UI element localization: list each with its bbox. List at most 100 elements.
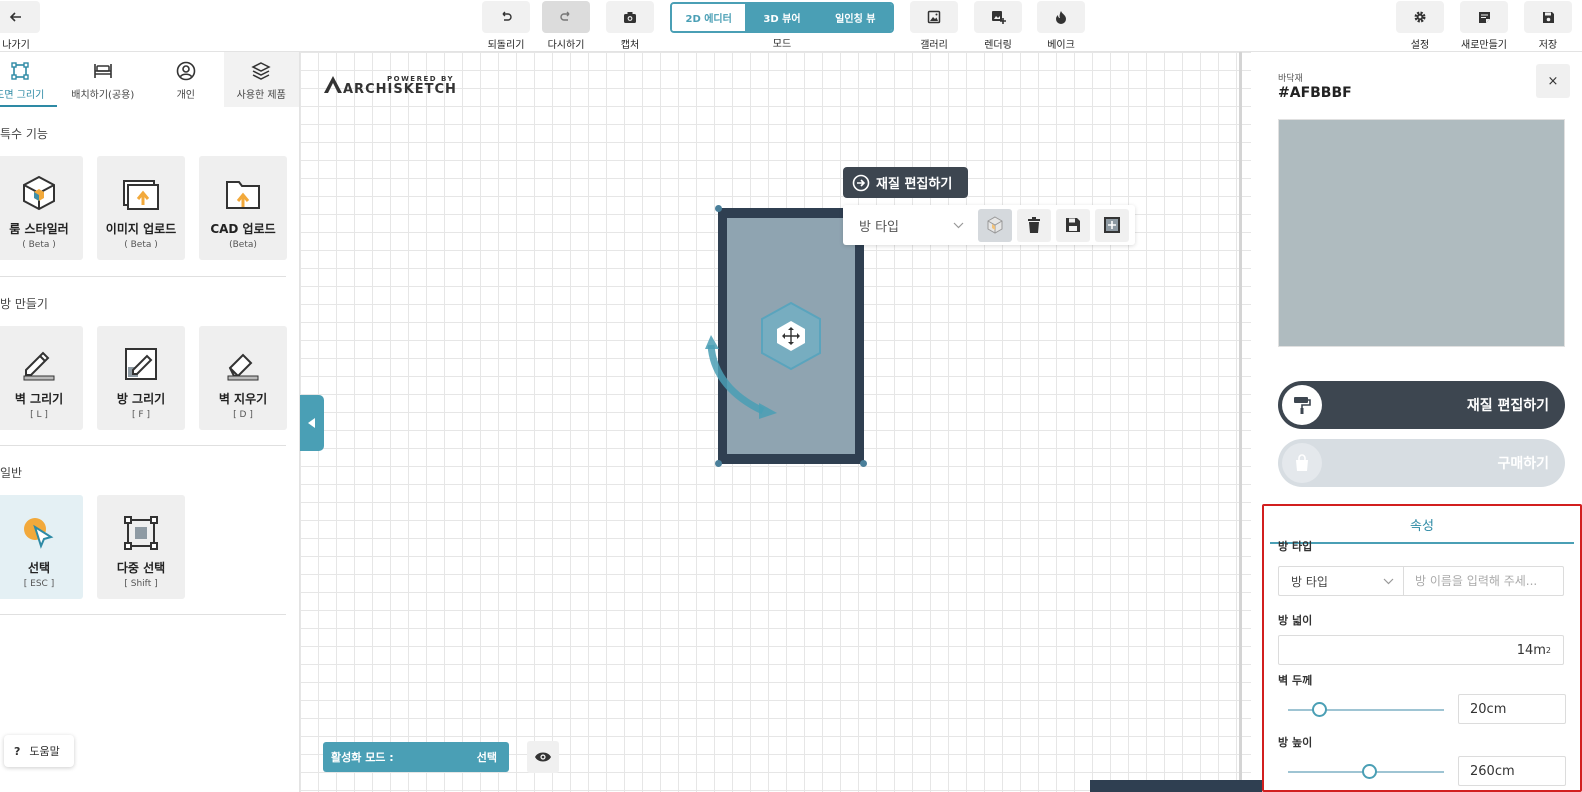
render-label: 렌더링	[984, 40, 1012, 51]
move-handle[interactable]	[759, 301, 823, 371]
properties-panel: 속성 방 타입 방 타입 방 넓이 14m2 벽 두께 20cm 방 높이 26…	[1262, 504, 1582, 792]
select-tool-sub: [ ESC ]	[23, 579, 55, 589]
room-height-label: 방 높이	[1278, 736, 1313, 749]
undo-button[interactable]: 되돌리기	[482, 1, 530, 51]
room-area-unit-sup: 2	[1545, 645, 1551, 655]
floppy-icon	[1066, 218, 1080, 232]
room-plan-icon	[1104, 217, 1120, 233]
save-icon	[1524, 1, 1572, 33]
erase-wall-card[interactable]: 벽 지우기 [ D ]	[199, 326, 287, 430]
slider-knob[interactable]	[1311, 702, 1327, 717]
room-styler-name: 룸 스타일러	[9, 222, 69, 236]
delete-room-button[interactable]	[1017, 208, 1051, 242]
draw-room-card[interactable]: 방 그리기 [ F ]	[97, 326, 185, 430]
section-divider	[0, 276, 286, 277]
visibility-toggle-button[interactable]	[527, 741, 559, 773]
room-area-label: 방 넓이	[1278, 614, 1313, 627]
wall-thickness-slider[interactable]	[1288, 702, 1444, 717]
redo-button[interactable]: 다시하기	[542, 1, 590, 51]
room-type-label: 방 타입	[1278, 540, 1313, 553]
tab-place-shared[interactable]: 배치하기(공용)	[57, 52, 148, 107]
view-mode-switch: 2D 에디터 3D 뷰어 일인칭 뷰	[670, 2, 894, 33]
arrow-circle-icon	[852, 174, 870, 191]
collapse-left-panel-button[interactable]	[300, 395, 324, 451]
back-button[interactable]: 나가기	[0, 1, 40, 51]
wall-thickness-input[interactable]: 20cm	[1458, 694, 1566, 724]
purchase-label: 구매하기	[1497, 456, 1549, 472]
room-corner-handle[interactable]	[860, 460, 867, 467]
cursor-icon	[0, 495, 83, 551]
room-height-input[interactable]: 260cm	[1458, 756, 1566, 786]
gear-icon	[1396, 1, 1444, 33]
room-3d-button[interactable]	[978, 208, 1012, 242]
left-panel: 도면 그리기 배치하기(공용) 개인 사용한 제품 특수 기능 룸 스타일러 (	[0, 52, 300, 792]
eye-icon	[535, 752, 551, 762]
room-type-select-value: 방 타입	[859, 219, 900, 235]
material-edit-tooltip-button[interactable]: 재질 편집하기	[843, 167, 968, 198]
gallery-icon	[910, 1, 958, 33]
room-split-button[interactable]	[1095, 208, 1129, 242]
settings-label: 설정	[1410, 40, 1430, 51]
multi-select-icon	[97, 495, 185, 551]
purchase-button[interactable]: 구매하기	[1278, 439, 1565, 487]
close-button[interactable]: ×	[1536, 64, 1570, 98]
draw-wall-card[interactable]: 벽 그리기 [ L ]	[0, 326, 83, 430]
multi-select-card[interactable]: 다중 선택 [ Shift ]	[97, 495, 185, 599]
settings-button[interactable]: 설정	[1396, 1, 1444, 51]
archisketch-logo-icon	[324, 76, 342, 93]
active-mode-value: 선택	[476, 751, 497, 764]
material-edit-tooltip-label: 재질 편집하기	[876, 177, 953, 192]
slider-knob[interactable]	[1361, 764, 1377, 779]
room-corner-handle[interactable]	[715, 205, 722, 212]
save-room-button[interactable]	[1056, 208, 1090, 242]
room-styler-card[interactable]: 룸 스타일러 ( Beta )	[0, 156, 83, 260]
image-upload-sub: ( Beta )	[124, 240, 158, 250]
room-type-dropdown[interactable]: 방 타입	[1279, 567, 1404, 595]
folder-upload-icon	[199, 156, 287, 212]
tab-personal-label: 개인	[176, 90, 195, 101]
cube-icon	[0, 156, 83, 212]
help-button[interactable]: ? 도움말	[4, 735, 74, 767]
active-mode-label: 활성화 모드 :	[331, 751, 394, 764]
material-edit-button[interactable]: 재질 편집하기	[1278, 381, 1565, 429]
room-type-row: 방 타입	[1278, 566, 1564, 596]
redo-label: 다시하기	[547, 40, 585, 51]
image-upload-card[interactable]: 이미지 업로드 ( Beta )	[97, 156, 185, 260]
new-button[interactable]: 새로만들기	[1460, 1, 1508, 51]
render-button[interactable]: 렌더링	[974, 1, 1022, 51]
material-color-swatch	[1278, 119, 1565, 347]
tab-properties[interactable]: 속성	[1270, 506, 1574, 544]
select-tool-card[interactable]: 선택 [ ESC ]	[0, 495, 83, 599]
chevron-down-icon	[953, 222, 964, 228]
tab-draw-plan[interactable]: 도면 그리기	[0, 52, 58, 107]
tab-draw-plan-label: 도면 그리기	[0, 90, 45, 101]
erase-wall-sub: [ D ]	[233, 410, 253, 420]
undo-icon	[482, 1, 530, 33]
room-styler-sub: ( Beta )	[22, 240, 56, 250]
capture-button[interactable]: 캡처	[606, 1, 654, 51]
room-pencil-icon	[97, 326, 185, 382]
room-name-input[interactable]	[1404, 567, 1563, 595]
room-type-select[interactable]: 방 타입	[847, 209, 973, 242]
canvas-guide-line	[1239, 52, 1242, 792]
mode-first-person[interactable]: 일인칭 뷰	[818, 4, 892, 31]
back-label: 나가기	[2, 40, 30, 51]
eraser-icon	[199, 326, 287, 382]
cad-upload-name: CAD 업로드	[210, 222, 276, 236]
tab-used-products[interactable]: 사용한 제품	[223, 52, 299, 107]
save-button[interactable]: 저장	[1524, 1, 1572, 51]
gallery-button[interactable]: 갤러리	[910, 1, 958, 51]
help-label: 도움말	[29, 745, 60, 758]
tab-personal[interactable]: 개인	[148, 52, 223, 107]
mode-2d-editor[interactable]: 2D 에디터	[672, 4, 746, 31]
bake-label: 베이크	[1047, 40, 1075, 51]
furniture-object[interactable]	[1090, 780, 1262, 792]
bake-button[interactable]: 베이크	[1037, 1, 1085, 51]
layers-icon	[224, 60, 299, 82]
material-category: 바닥재	[1278, 74, 1303, 84]
mode-3d-viewer[interactable]: 3D 뷰어	[745, 4, 819, 31]
box-3d-icon	[987, 216, 1003, 234]
room-height-slider[interactable]	[1288, 764, 1444, 779]
room-corner-handle[interactable]	[715, 460, 722, 467]
cad-upload-card[interactable]: CAD 업로드 (Beta)	[199, 156, 287, 260]
